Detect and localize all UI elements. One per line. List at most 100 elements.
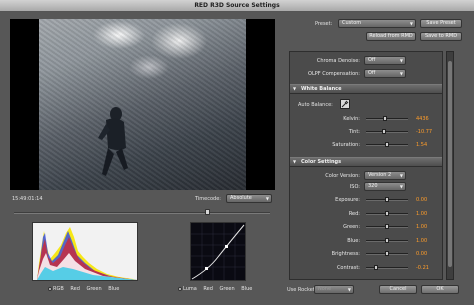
timeline-playhead[interactable]	[205, 209, 210, 215]
settings-scrollbar[interactable]	[446, 51, 454, 280]
auto-balance-label: Auto Balance:	[298, 102, 333, 108]
color-settings-header[interactable]: ▼ Color Settings	[290, 157, 442, 167]
chevron-down-icon: ▼	[399, 58, 403, 63]
white-balance-title: White Balance	[301, 86, 342, 92]
preset-select[interactable]: Custom ▼	[338, 19, 416, 28]
color-settings-slider-label: Contrast:	[336, 264, 360, 271]
chevron-down-icon: ▼	[347, 287, 351, 292]
curves-legend-red: Red	[203, 286, 213, 292]
use-rocket-label: Use Rocket:	[287, 287, 317, 293]
chroma-denoise-select[interactable]: Off ▼	[364, 56, 406, 65]
color-settings-slider-value[interactable]: 1.00	[416, 224, 427, 230]
running-figure	[98, 107, 128, 176]
olpf-compensation-value: Off	[368, 70, 376, 76]
histogram-legend-rgb: RGB	[53, 286, 64, 292]
iso-value: 320	[368, 183, 378, 189]
ok-button[interactable]: OK	[421, 285, 459, 294]
use-rocket-value: None	[318, 286, 332, 292]
color-settings-slider-label: Green:	[343, 224, 360, 230]
white-balance-slider-label: Kelvin:	[343, 116, 360, 122]
white-balance-slider-track[interactable]	[366, 118, 408, 120]
save-preset-button[interactable]: Save Preset	[420, 19, 462, 28]
curves-legend: Luma Red Green Blue	[178, 286, 252, 292]
curve-point[interactable]	[225, 245, 228, 248]
white-balance-slider-value[interactable]: 4436	[416, 116, 429, 122]
histogram-legend-green: Green	[86, 286, 102, 292]
color-settings-slider-value[interactable]: 1.00	[416, 238, 427, 244]
olpf-compensation-label: OLPF Compensation:	[308, 71, 360, 77]
white-balance-slider-label: Saturation:	[332, 142, 360, 148]
window-title: RED R3D Source Settings	[0, 0, 474, 12]
scrollbar-thumb[interactable]	[448, 61, 452, 267]
disclosure-triangle-icon: ▼	[293, 159, 297, 164]
color-version-select[interactable]: Version 2 ▼	[364, 171, 406, 180]
iso-label: ISO:	[349, 184, 360, 190]
timecode-select[interactable]: Absolute ▼	[226, 194, 272, 203]
curves-legend-blue: Blue	[241, 286, 253, 292]
settings-panel: Chroma Denoise: Off ▼ OLPF Compensation:…	[289, 51, 443, 280]
current-timecode: 15:49:01:14	[12, 196, 43, 202]
preset-label: Preset:	[315, 21, 333, 27]
color-version-value: Version 2	[368, 172, 392, 178]
chevron-down-icon: ▼	[409, 21, 413, 26]
color-settings-slider-thumb[interactable]	[385, 251, 389, 256]
chevron-down-icon: ▼	[265, 196, 269, 201]
color-settings-slider-thumb[interactable]	[385, 197, 389, 202]
video-preview	[10, 19, 275, 190]
eyedropper-icon	[341, 100, 349, 108]
color-settings-slider-label: Blue:	[347, 237, 360, 244]
video-texture	[39, 19, 246, 190]
white-balance-slider-label: Tint:	[348, 129, 360, 135]
histogram-legend-red: Red	[70, 286, 80, 292]
preset-select-value: Custom	[342, 20, 362, 26]
color-settings-slider-label: Red:	[348, 210, 360, 217]
color-settings-slider-value[interactable]: 0.00	[416, 251, 427, 257]
curves-legend-green: Green	[219, 286, 235, 292]
cancel-button[interactable]: Cancel	[379, 285, 417, 294]
color-settings-slider-thumb[interactable]	[385, 224, 389, 229]
color-settings-slider-value[interactable]: 1.00	[416, 211, 427, 217]
white-balance-slider-thumb[interactable]	[383, 116, 387, 121]
color-settings-slider-value[interactable]: -0.21	[416, 265, 429, 271]
white-balance-slider-track[interactable]	[366, 131, 408, 133]
white-balance-slider-value[interactable]: 1.54	[416, 142, 427, 148]
reload-from-rmd-button[interactable]: Reload from RMD	[366, 32, 416, 41]
color-settings-slider-thumb[interactable]	[374, 264, 378, 270]
histogram-legend: RGB Red Green Blue	[48, 286, 119, 292]
curves-graph	[191, 223, 245, 280]
histogram	[32, 222, 138, 281]
video-frame	[39, 19, 246, 190]
timecode-select-value: Absolute	[230, 195, 252, 201]
chevron-down-icon: ▼	[399, 184, 403, 189]
color-settings-slider-label: Brightness:	[331, 251, 360, 257]
curve-point[interactable]	[205, 267, 208, 270]
use-rocket-select[interactable]: None ▼	[314, 285, 354, 294]
olpf-compensation-select[interactable]: Off ▼	[364, 69, 406, 78]
chroma-denoise-value: Off	[368, 57, 376, 63]
color-settings-slider-track[interactable]	[366, 266, 408, 269]
white-balance-slider-value[interactable]: -10.77	[416, 129, 432, 135]
color-version-label: Color Version:	[325, 173, 360, 179]
curves-legend-luma: Luma	[183, 286, 197, 292]
white-balance-header[interactable]: ▼ White Balance	[290, 84, 442, 94]
curves-luma-radio[interactable]	[178, 286, 182, 291]
disclosure-triangle-icon: ▼	[293, 86, 297, 91]
timecode-label: Timecode:	[195, 196, 221, 202]
timeline-scrubber[interactable]	[14, 212, 270, 214]
histogram-graph	[37, 227, 137, 280]
eyedropper-button[interactable]	[340, 99, 350, 109]
curves-editor[interactable]	[190, 222, 246, 281]
chevron-down-icon: ▼	[399, 173, 403, 178]
histogram-rgb-radio[interactable]	[48, 286, 52, 291]
histogram-legend-blue: Blue	[108, 286, 120, 292]
color-settings-slider-thumb[interactable]	[385, 237, 389, 243]
white-balance-slider-thumb[interactable]	[385, 142, 389, 147]
save-to-rmd-button[interactable]: Save to RMD	[420, 32, 462, 41]
color-settings-slider-thumb[interactable]	[385, 210, 389, 216]
white-balance-slider-thumb[interactable]	[382, 129, 386, 134]
color-settings-slider-value[interactable]: 0.00	[416, 197, 427, 203]
iso-select[interactable]: 320 ▼	[364, 182, 406, 191]
color-settings-title: Color Settings	[301, 159, 342, 165]
chroma-denoise-label: Chroma Denoise:	[316, 58, 360, 64]
chevron-down-icon: ▼	[399, 71, 403, 76]
